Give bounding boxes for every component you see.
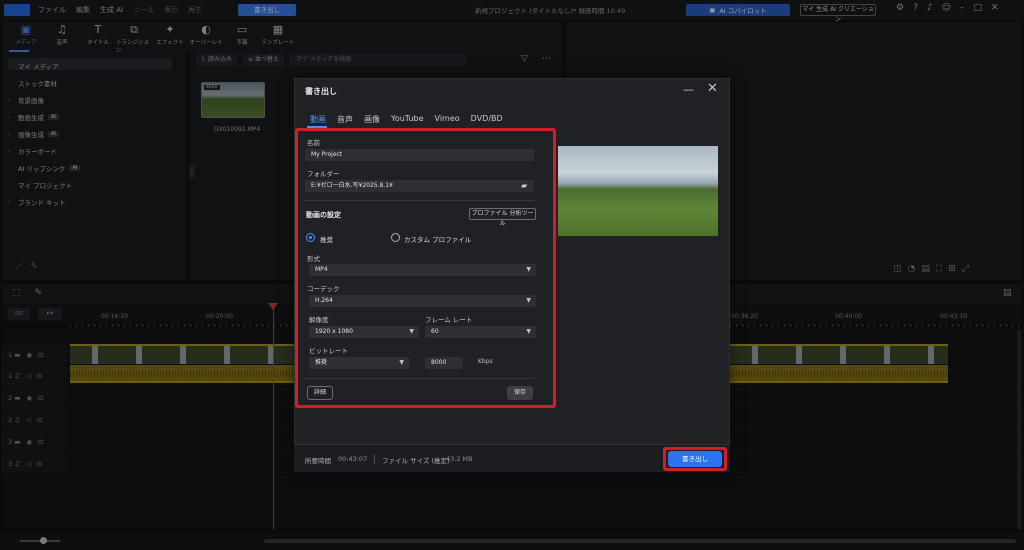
tab-video[interactable]: 動画 bbox=[310, 114, 326, 125]
tab-dvd[interactable]: DVD/BD bbox=[471, 114, 503, 125]
export-preview-image bbox=[558, 146, 718, 236]
close-icon[interactable]: ✕ bbox=[707, 81, 718, 96]
tab-vimeo[interactable]: Vimeo bbox=[435, 114, 460, 125]
footer-divider bbox=[374, 454, 375, 464]
tab-audio[interactable]: 音声 bbox=[337, 114, 353, 125]
tab-youtube[interactable]: YouTube bbox=[391, 114, 424, 125]
settings-highlight-frame bbox=[295, 128, 556, 408]
minimize-icon[interactable]: — bbox=[683, 83, 694, 96]
export-type-tabs: 動画 音声 画像 YouTube Vimeo DVD/BD bbox=[310, 114, 503, 125]
tab-image[interactable]: 画像 bbox=[364, 114, 380, 125]
duration-label: 所要時間 bbox=[305, 457, 331, 465]
dialog-title: 書き出し bbox=[305, 87, 337, 96]
export-button[interactable]: 書き出し bbox=[668, 451, 722, 467]
file-size-label: ファイル サイズ (推定) bbox=[382, 457, 450, 465]
file-size-value: 43.2 MB bbox=[446, 455, 473, 463]
duration-value: 00:43:07 bbox=[338, 455, 368, 463]
